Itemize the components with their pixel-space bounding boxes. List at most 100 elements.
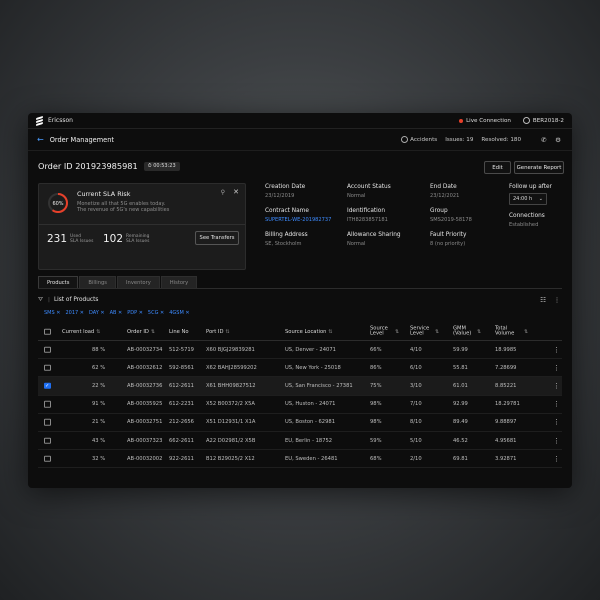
tab-products[interactable]: Products <box>38 276 79 288</box>
row-checkbox[interactable] <box>44 455 51 462</box>
chip-4gsm[interactable]: 4GSM ✕ <box>169 310 189 316</box>
live-connection-status[interactable]: Live Connection <box>459 118 511 124</box>
header-source-location[interactable]: Source Location ⇅ <box>285 329 333 335</box>
sort-icon[interactable]: ⇅ <box>477 329 481 335</box>
sub-header: ← Order Management Accidents Issues: 19 … <box>28 129 572 151</box>
tab-inventory[interactable]: Inventory <box>117 276 160 288</box>
header-gmm-value[interactable]: GMM (Value) <box>453 324 475 337</box>
chip-day[interactable]: DAY ✕ <box>89 310 105 316</box>
used-sla-label: Used SLA Issues <box>70 234 93 244</box>
user-menu[interactable]: BER2018-2 <box>522 117 564 124</box>
table-row[interactable]: 32 % AB-00032002 922-2611 B12 B29025/2 X12 E… <box>38 450 562 469</box>
remaining-sla-label: Remaining SLA Issues <box>126 234 149 244</box>
sort-icon: ⇅ <box>225 328 230 335</box>
service-level-cell: 8/10 <box>410 419 422 426</box>
accidents-link[interactable]: Accidents <box>401 136 437 143</box>
close-icon[interactable]: ✕ <box>233 188 239 196</box>
order-id-cell: AB-00032734 <box>127 346 163 353</box>
table-row[interactable]: 21 % AB-00032751 212-2656 X51 D12931/1 X1A U… <box>38 414 562 432</box>
edit-button[interactable]: Edit <box>484 161 511 174</box>
header-current-load[interactable]: Current load ⇅ <box>62 329 100 335</box>
row-menu-icon[interactable]: ⋮ <box>553 455 560 463</box>
row-menu-icon[interactable]: ⋮ <box>553 437 560 445</box>
follow-up-field: Follow up after 24:00 h ⌄ <box>509 184 552 205</box>
filter-icon[interactable]: ⛛ <box>38 296 43 304</box>
row-checkbox[interactable]: ✓ <box>44 382 51 390</box>
header-service-level[interactable]: Service Level <box>410 325 434 337</box>
chip-pdp[interactable]: PDP ✕ <box>127 310 143 316</box>
service-level-cell: 4/10 <box>410 346 422 353</box>
header-source-level-label: Source Level <box>370 324 388 337</box>
header-source-level[interactable]: Source Level <box>370 324 394 337</box>
row-checkbox[interactable] <box>44 364 51 372</box>
header-line-no[interactable]: Line No <box>169 329 189 335</box>
connections-value: Established <box>509 222 539 228</box>
port-id-cell: X62 BAHJ28599202 <box>206 364 257 371</box>
see-transfers-button[interactable]: See Transfers <box>195 231 239 245</box>
sla-title: Current SLA Risk <box>77 190 131 198</box>
gmm-value-cell: 89.49 <box>453 419 468 426</box>
chip-ab[interactable]: AB ✕ <box>110 310 123 316</box>
sort-icon[interactable]: ⇅ <box>435 329 439 335</box>
order-id-cell: AB-00032612 <box>127 364 163 371</box>
gmm-value-cell: 59.99 <box>453 346 468 353</box>
gmm-value-cell: 92.99 <box>453 401 468 408</box>
pin-icon[interactable]: ⚲ <box>221 189 225 196</box>
sort-icon: ⇅ <box>150 328 156 335</box>
sort-icon[interactable]: ⇅ <box>524 329 528 335</box>
issues-count: Issues: 19 <box>445 136 474 143</box>
more-options-icon[interactable]: ⋮ <box>552 295 562 305</box>
phone-icon[interactable]: ✆ <box>539 135 549 145</box>
contract-name-link[interactable]: SUPERTEL-WE-201982737 <box>265 217 331 223</box>
total-volume-cell: 3.92871 <box>495 455 517 462</box>
user-name: BER2018-2 <box>532 117 564 124</box>
header-order-id[interactable]: Order ID ⇅ <box>127 329 155 335</box>
column-settings-icon[interactable]: ☷ <box>538 295 548 305</box>
row-menu-icon[interactable]: ⋮ <box>553 364 560 372</box>
total-volume-cell: 8.85221 <box>495 382 517 389</box>
live-connection-label: Live Connection <box>466 117 511 124</box>
used-label-2: SLA Issues <box>70 239 94 244</box>
row-menu-icon[interactable]: ⋮ <box>553 382 560 390</box>
account-status-field: Account Status Normal <box>347 184 391 199</box>
generate-report-button[interactable]: Generate Report <box>514 161 564 174</box>
used-sla-kpi: 231 Used SLA Issues <box>47 233 93 245</box>
row-checkbox[interactable] <box>44 346 51 353</box>
allowance-sharing-field: Allowance Sharing Normal <box>347 232 401 247</box>
table-row[interactable]: 43 % AB-00037323 662-2611 A22 D02981/2 X5B E… <box>38 432 562 451</box>
tab-billings[interactable]: Billings <box>79 276 117 288</box>
row-menu-icon[interactable]: ⋮ <box>553 418 560 426</box>
table-row[interactable]: 91 % AB-00035925 612-2231 X52 B00372/2 X5A U… <box>38 396 562 414</box>
source-level-cell: 66% <box>370 346 382 353</box>
list-toolbar: ⛛ | List of Products ☷ ⋮ <box>38 295 562 305</box>
header-port-id[interactable]: Port ID ⇅ <box>206 329 230 335</box>
table-row[interactable]: 62 % AB-00032612 592-8561 X62 BAHJ28599202 U… <box>38 359 562 378</box>
row-checkbox[interactable] <box>44 437 51 444</box>
header-total-volume[interactable]: Total Volume <box>495 324 521 337</box>
end-date-label: End Date <box>430 184 457 190</box>
table-row[interactable]: 88 % AB-00032734 512-5719 X60 BJGJ29839281 U… <box>38 341 562 360</box>
row-menu-icon[interactable]: ⋮ <box>553 346 560 354</box>
follow-up-select[interactable]: 24:00 h ⌄ <box>509 193 547 205</box>
row-menu-icon[interactable]: ⋮ <box>553 400 560 408</box>
total-volume-cell: 9.88897 <box>495 419 517 426</box>
load-value: 91 % <box>92 401 106 408</box>
chip-sms[interactable]: SMS ✕ <box>44 310 60 316</box>
contract-name-field: Contract Name SUPERTEL-WE-201982737 <box>265 208 331 223</box>
tab-history[interactable]: History <box>160 276 198 288</box>
settings-icon[interactable]: ⚙ <box>553 135 563 145</box>
select-all-checkbox[interactable] <box>44 328 51 335</box>
header-gmm-value-label: GMM (Value) <box>453 324 472 337</box>
identification-label: Identification <box>347 208 386 214</box>
sort-icon[interactable]: ⇅ <box>395 329 399 335</box>
row-checkbox[interactable] <box>44 419 51 426</box>
chip-5cg[interactable]: 5CG ✕ <box>148 310 164 316</box>
chip-2017[interactable]: 2017 ✕ <box>65 310 84 316</box>
row-checkbox[interactable] <box>44 400 51 408</box>
back-arrow-icon[interactable]: ← <box>37 135 44 144</box>
header-port-id-label: Port ID <box>206 328 224 335</box>
header-total-volume-label: Total Volume <box>495 324 515 337</box>
table-row[interactable]: ✓ 22 % AB-00032736 612-2611 X61 BHH09827512 U… <box>38 377 562 396</box>
line-no-cell: 612-2231 <box>169 401 194 408</box>
end-date-value: 23/12/2021 <box>430 193 460 199</box>
